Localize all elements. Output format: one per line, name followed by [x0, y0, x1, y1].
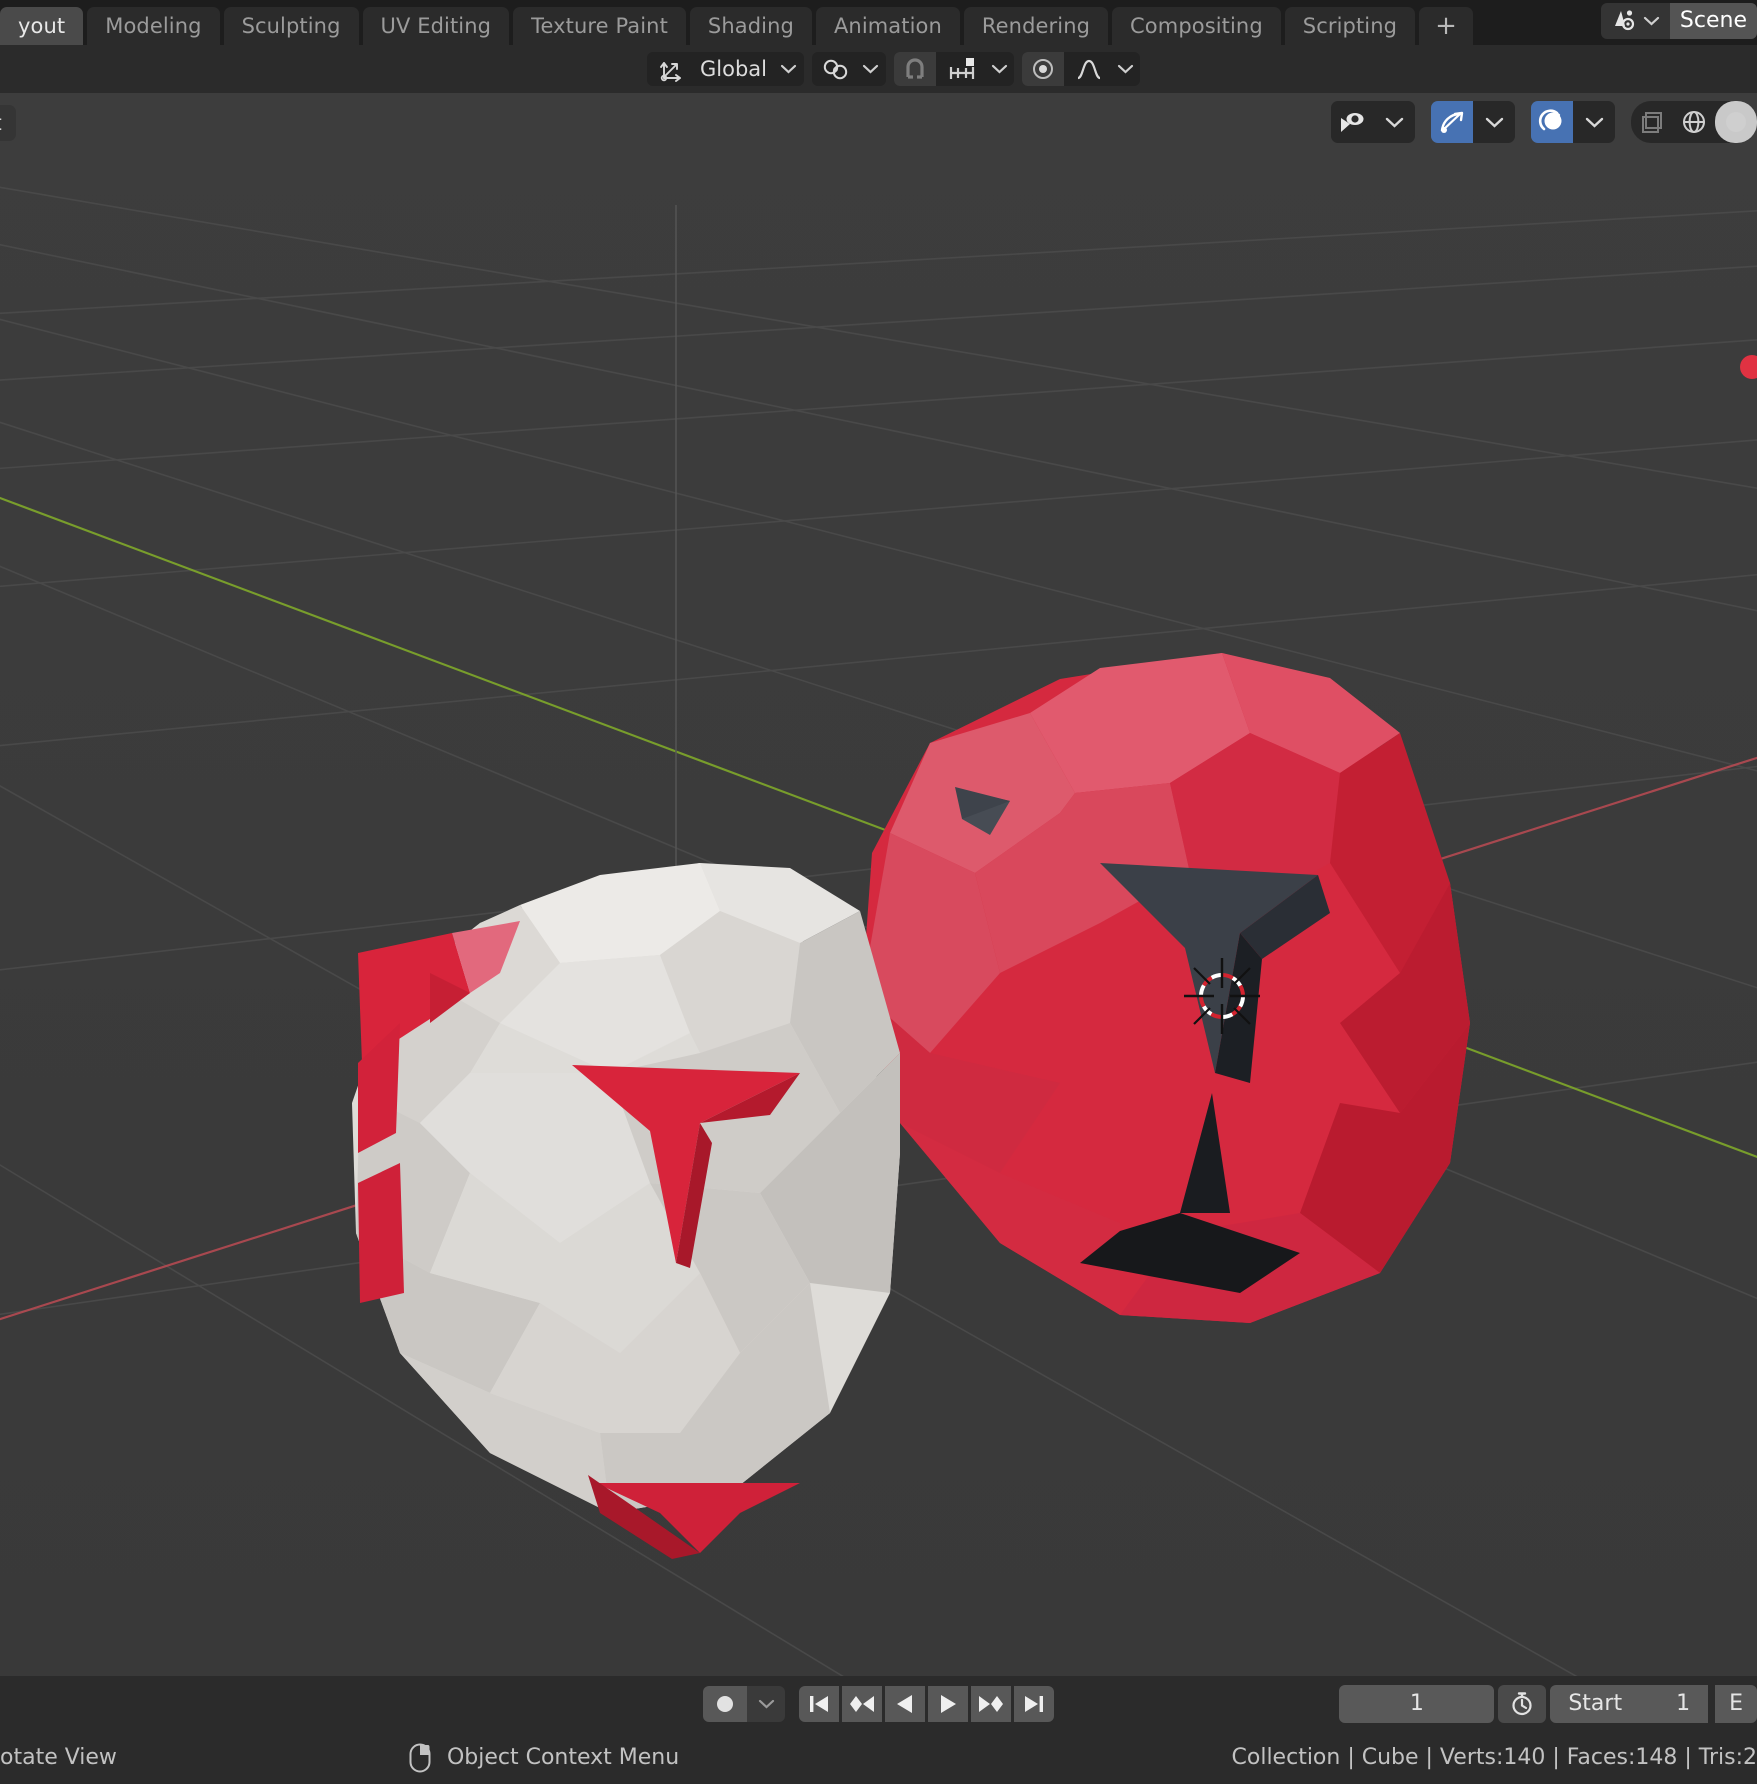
- tab-shading[interactable]: Shading: [689, 7, 812, 45]
- gizmo-group: [1331, 101, 1415, 143]
- viewport-header-controls: Global: [617, 52, 1140, 86]
- snapping-control[interactable]: [894, 52, 1014, 86]
- transform-orientation-dropdown[interactable]: [777, 52, 799, 86]
- jump-to-next-keyframe-button[interactable]: [971, 1685, 1011, 1722]
- use-preview-range-button[interactable]: [1498, 1684, 1547, 1723]
- overlays-group: [1431, 101, 1515, 143]
- timeline-editor: 1 Start 1 E: [0, 1676, 1757, 1731]
- tab-animation-label: Animation: [833, 14, 942, 38]
- blender-window: yout Modeling Sculpting UV Editing Textu…: [0, 0, 1757, 1784]
- viewport-overlay-toolbar: [1331, 101, 1757, 143]
- snapping-dropdown[interactable]: [988, 52, 1010, 86]
- xray-group: [1531, 101, 1615, 143]
- viewport-shading-group: [1631, 101, 1757, 143]
- falloff-dropdown[interactable]: [1114, 52, 1136, 86]
- tab-modeling[interactable]: Modeling: [87, 7, 220, 45]
- scene-statistics: Collection | Cube | Verts:140 | Faces:14…: [1232, 1745, 1757, 1770]
- start-frame-value: 1: [1676, 1691, 1691, 1716]
- top-bar: yout Modeling Sculpting UV Editing Textu…: [0, 0, 1757, 45]
- 3d-viewport[interactable]: ct: [0, 93, 1757, 1676]
- proportional-edit-icon[interactable]: [1022, 52, 1064, 86]
- tab-sculpting[interactable]: Sculpting: [223, 7, 359, 45]
- status-left-hint: otate View: [0, 1745, 117, 1770]
- object-context-menu-label: Object Context Menu: [446, 1745, 680, 1770]
- falloff-curve-icon[interactable]: [1068, 52, 1110, 86]
- proportional-editing-control[interactable]: [1022, 52, 1140, 86]
- snap-increment-icon[interactable]: [940, 52, 984, 86]
- transform-orientation-icon: [652, 52, 690, 86]
- tab-compositing[interactable]: Compositing: [1112, 7, 1281, 45]
- shading-material-icon[interactable]: [1715, 101, 1757, 143]
- tab-animation[interactable]: Animation: [815, 7, 960, 45]
- tab-rendering-label: Rendering: [981, 14, 1091, 38]
- current-frame-field[interactable]: 1: [1339, 1684, 1495, 1723]
- auto-keying-button[interactable]: [703, 1685, 747, 1722]
- frame-range-controls: 1 Start 1 E: [1339, 1684, 1757, 1723]
- show-overlays-icon[interactable]: [1431, 101, 1473, 143]
- tab-sculpting-label: Sculpting: [241, 14, 341, 38]
- shading-wireframe-icon[interactable]: [1631, 101, 1673, 143]
- end-frame-field[interactable]: E: [1715, 1684, 1757, 1723]
- tab-rendering[interactable]: Rendering: [963, 7, 1109, 45]
- auto-keying-dropdown-chevron-down-icon[interactable]: [747, 1685, 785, 1722]
- tab-modeling-label: Modeling: [105, 14, 202, 38]
- pivot-point-icon: [817, 52, 855, 86]
- scene-name-field[interactable]: Scene: [1669, 2, 1757, 39]
- tab-shading-label: Shading: [707, 14, 794, 38]
- scene-browse-button[interactable]: [1600, 2, 1670, 39]
- scene-statistics-text: Collection | Cube | Verts:140 | Faces:14…: [1231, 1745, 1757, 1770]
- jump-to-start-button[interactable]: [799, 1685, 839, 1722]
- tab-scripting[interactable]: Scripting: [1284, 7, 1416, 45]
- scene-name-text: Scene: [1679, 8, 1747, 33]
- tab-compositing-label: Compositing: [1130, 14, 1263, 38]
- workspace-tab-strip: yout Modeling Sculpting UV Editing Textu…: [0, 0, 1477, 45]
- xray-dropdown-chevron-down-icon[interactable]: [1573, 101, 1615, 143]
- start-frame-label: Start: [1568, 1691, 1623, 1716]
- transport-buttons: [799, 1685, 1054, 1722]
- tab-scripting-label: Scripting: [1302, 14, 1398, 38]
- status-bar: otate View Object Context Menu Collectio…: [0, 1731, 1757, 1784]
- tab-texture-paint-label: Texture Paint: [531, 14, 668, 38]
- rotate-view-hint-label: otate View: [0, 1745, 117, 1770]
- tab-layout[interactable]: yout: [0, 7, 84, 45]
- add-workspace-label: +: [1435, 11, 1457, 41]
- tab-uv-editing-label: UV Editing: [380, 14, 492, 38]
- jump-to-prev-keyframe-button[interactable]: [842, 1685, 882, 1722]
- editor-type-label: ct: [0, 111, 2, 135]
- pivot-point-dropdown[interactable]: [859, 52, 881, 86]
- viewport-scene: [0, 93, 1757, 1676]
- snap-magnet-icon[interactable]: [894, 52, 936, 86]
- tab-layout-label: yout: [18, 14, 66, 38]
- transform-orientation-control[interactable]: Global: [647, 52, 804, 86]
- end-frame-label: E: [1729, 1691, 1743, 1716]
- overlays-dropdown-chevron-down-icon[interactable]: [1473, 101, 1515, 143]
- shading-solid-icon[interactable]: [1673, 101, 1715, 143]
- pivot-point-control[interactable]: [812, 52, 886, 86]
- chevron-down-icon: [1643, 11, 1660, 30]
- current-frame-value: 1: [1409, 1691, 1424, 1716]
- editor-type-tab[interactable]: ct: [0, 105, 16, 141]
- jump-to-end-button[interactable]: [1014, 1685, 1054, 1722]
- add-workspace-button[interactable]: +: [1419, 7, 1473, 45]
- auto-keying-group: [703, 1685, 785, 1722]
- scene-data-icon: [1611, 6, 1637, 36]
- top-bar-right: Scene: [1600, 0, 1757, 45]
- status-context-hint: Object Context Menu: [407, 1743, 679, 1773]
- viewport-header: Global: [0, 45, 1757, 93]
- xray-toggle-icon[interactable]: [1531, 101, 1573, 143]
- gizmo-dropdown-chevron-down-icon[interactable]: [1373, 101, 1415, 143]
- tab-texture-paint[interactable]: Texture Paint: [513, 7, 686, 45]
- tab-uv-editing[interactable]: UV Editing: [362, 7, 510, 45]
- show-gizmo-icon[interactable]: [1331, 101, 1373, 143]
- scene-selector[interactable]: Scene: [1600, 2, 1757, 39]
- start-frame-field[interactable]: Start 1: [1550, 1684, 1709, 1723]
- right-mouse-button-icon: [407, 1743, 433, 1773]
- transform-orientation-label: Global: [700, 57, 767, 81]
- playback-controls: [703, 1685, 1054, 1722]
- play-reverse-button[interactable]: [885, 1685, 925, 1722]
- play-button[interactable]: [928, 1685, 968, 1722]
